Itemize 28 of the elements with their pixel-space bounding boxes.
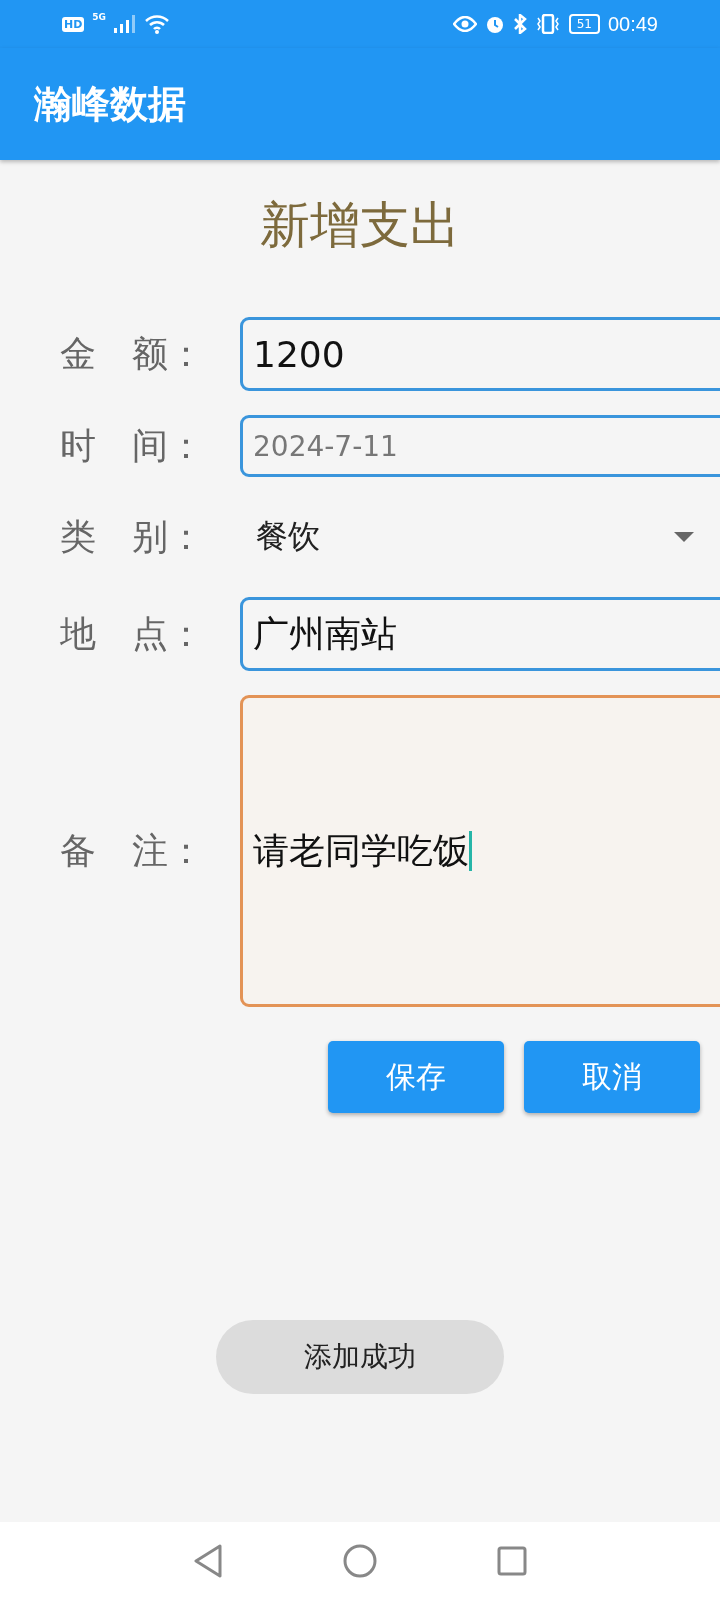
clock-time: 00:49 [607,12,658,36]
field-label: 类 别： [59,514,205,559]
text-cursor [469,831,472,871]
vibrate-icon [534,14,561,34]
date-field[interactable]: 2024-7-11 [240,415,720,477]
notes-field[interactable]: 请老同学吃饭 [240,695,720,1007]
form-title: 新增支出 [259,195,461,256]
network-label: 5G [92,12,106,22]
input-field[interactable]: 1200 [240,317,720,391]
signal-icon [114,15,136,33]
bluetooth-icon [512,14,527,34]
wifi-icon [144,14,170,34]
back-icon[interactable] [193,1544,223,1578]
alarm-icon [484,14,505,34]
dropdown-caret-icon [674,532,694,542]
hd-icon: HD [62,16,85,32]
recents-icon[interactable] [497,1546,527,1576]
home-icon[interactable] [343,1544,377,1578]
app-title: 瀚峰数据 [34,80,186,128]
field-label: 备 注： [59,828,205,873]
field-label: 时 间： [59,423,205,468]
eye-icon [452,16,477,32]
input-field[interactable]: 广州南站 [240,597,720,671]
field-label: 金 额： [59,331,205,376]
battery-level: 51 [568,14,600,34]
toast-message: 添加成功 [216,1320,504,1394]
field-label: 地 点： [59,611,205,656]
category-dropdown[interactable]: 餐饮 [240,501,720,573]
